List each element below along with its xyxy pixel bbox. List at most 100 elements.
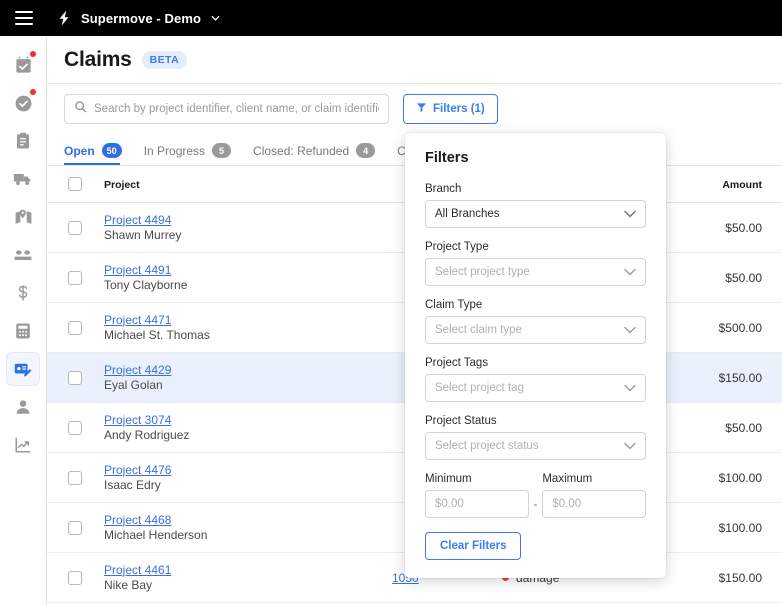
row-checkbox[interactable] (67, 470, 82, 485)
maximum-input[interactable] (552, 498, 637, 510)
row-checkbox[interactable] (67, 420, 82, 435)
project-link[interactable]: Project 4491 (104, 263, 392, 278)
sidebar-item-claims[interactable] (6, 352, 40, 386)
amount-range-row: Minimum - Maximum (425, 473, 647, 518)
row-checkbox[interactable] (67, 320, 82, 335)
project-link[interactable]: Project 4429 (104, 363, 392, 378)
amount-value: $100.00 (718, 470, 762, 485)
cell-amount: $50.00 (652, 219, 782, 237)
cell-project: Project 4429 Eyal Golan (102, 363, 392, 393)
tab-in-progress[interactable]: In Progress 5 (143, 143, 232, 165)
tab-closed-refunded-label: Closed: Refunded (253, 143, 350, 158)
sidebar-item-user[interactable] (6, 390, 40, 424)
minimum-input[interactable] (435, 498, 519, 510)
minimum-group: Minimum (425, 473, 529, 518)
cell-project: Project 4476 Isaac Edry (102, 463, 392, 493)
cell-project: Project 3074 Andy Rodriguez (102, 413, 392, 443)
header-project: Project (104, 179, 140, 191)
chevron-down-icon (624, 437, 636, 455)
project-link[interactable]: Project 4471 (104, 313, 392, 328)
project-link[interactable]: Project 3074 (104, 413, 392, 428)
project-link[interactable]: Project 4476 (104, 463, 392, 478)
chevron-down-icon (624, 263, 636, 281)
row-select-cell (47, 320, 102, 335)
project-link[interactable]: Project 4461 (104, 563, 392, 578)
tab-open-label: Open (64, 143, 95, 158)
sidebar-rail (0, 36, 47, 605)
brand-selector[interactable]: Supermove - Demo (55, 9, 220, 27)
page-header: Claims BETA (47, 36, 782, 84)
header-amount: Amount (722, 179, 762, 191)
cell-amount: $50.00 (652, 419, 782, 437)
select-all-checkbox[interactable] (67, 177, 82, 191)
sidebar-item-analytics[interactable] (6, 428, 40, 462)
row-select-cell (47, 570, 102, 585)
claim-type-select[interactable]: Select claim type (425, 316, 646, 344)
amount-value: $50.00 (725, 270, 762, 285)
client-name: Eyal Golan (104, 377, 163, 392)
client-name: Isaac Edry (104, 477, 161, 492)
branch-value: All Branches (435, 208, 500, 220)
amount-value: $500.00 (718, 320, 762, 335)
project-status-select[interactable]: Select project status (425, 432, 646, 460)
claim-type-value: Select claim type (435, 324, 522, 336)
chevron-down-icon (624, 205, 636, 223)
sidebar-item-dollar[interactable] (6, 276, 40, 310)
project-tags-label: Project Tags (425, 357, 489, 369)
row-select-cell (47, 370, 102, 385)
search-input[interactable] (94, 103, 379, 115)
tab-open-count: 50 (101, 143, 122, 158)
project-type-label: Project Type (425, 241, 489, 253)
cell-project: Project 4461 Nike Bay (102, 563, 392, 593)
sidebar-item-map-pin[interactable] (6, 200, 40, 234)
project-type-select[interactable]: Select project type (425, 258, 646, 286)
branch-label: Branch (425, 183, 462, 195)
maximum-group: Maximum (542, 473, 647, 518)
sidebar-item-check-circle[interactable] (6, 86, 40, 120)
row-checkbox[interactable] (67, 370, 82, 385)
tab-open[interactable]: Open 50 (64, 143, 122, 165)
claims-page: Supermove - Demo Claims BETA Search by p… (0, 0, 782, 605)
filters-button-label: Filters (1) (433, 103, 485, 115)
clear-filters-button[interactable]: Clear Filters (425, 532, 522, 560)
maximum-label: Maximum (542, 473, 593, 485)
tab-closed-refunded[interactable]: Closed: Refunded 4 (253, 143, 376, 165)
minimum-label: Minimum (425, 473, 472, 485)
cell-amount: $150.00 (652, 369, 782, 387)
sidebar-item-truck[interactable] (6, 162, 40, 196)
hamburger-menu-icon[interactable] (15, 11, 33, 25)
row-select-cell (47, 470, 102, 485)
branch-select[interactable]: All Branches (425, 200, 646, 228)
project-tags-value: Select project tag (435, 382, 524, 394)
project-tags-select[interactable]: Select project tag (425, 374, 646, 402)
chevron-down-icon (211, 13, 220, 24)
row-checkbox[interactable] (67, 570, 82, 585)
search-box[interactable] (64, 94, 389, 124)
maximum-input-wrap[interactable] (542, 490, 647, 518)
cell-project: Project 4494 Shawn Murrey (102, 213, 392, 243)
filters-button[interactable]: Filters (1) (403, 94, 498, 124)
row-checkbox[interactable] (67, 270, 82, 285)
minimum-input-wrap[interactable] (425, 490, 529, 518)
tab-in-progress-label: In Progress (143, 143, 206, 158)
sidebar-item-handshake[interactable] (6, 238, 40, 272)
project-type-value: Select project type (435, 266, 530, 278)
row-select-cell (47, 220, 102, 235)
row-select-cell (47, 520, 102, 535)
sidebar-item-clipboard[interactable] (6, 124, 40, 158)
project-link[interactable]: Project 4468 (104, 513, 392, 528)
funnel-icon (416, 102, 427, 116)
row-checkbox[interactable] (67, 520, 82, 535)
select-all-cell (47, 177, 102, 191)
filters-popover-title: Filters (425, 150, 469, 166)
range-separator: - (533, 499, 538, 511)
cell-amount: $150.00 (652, 569, 782, 587)
lightning-bolt-icon (55, 9, 73, 27)
project-status-label: Project Status (425, 415, 497, 427)
project-link[interactable]: Project 4494 (104, 213, 392, 228)
chevron-down-icon (624, 321, 636, 339)
row-checkbox[interactable] (67, 220, 82, 235)
sidebar-item-calculator[interactable] (6, 314, 40, 348)
sidebar-item-calendar-check[interactable] (6, 48, 40, 82)
brand-name: Supermove - Demo (81, 10, 202, 26)
